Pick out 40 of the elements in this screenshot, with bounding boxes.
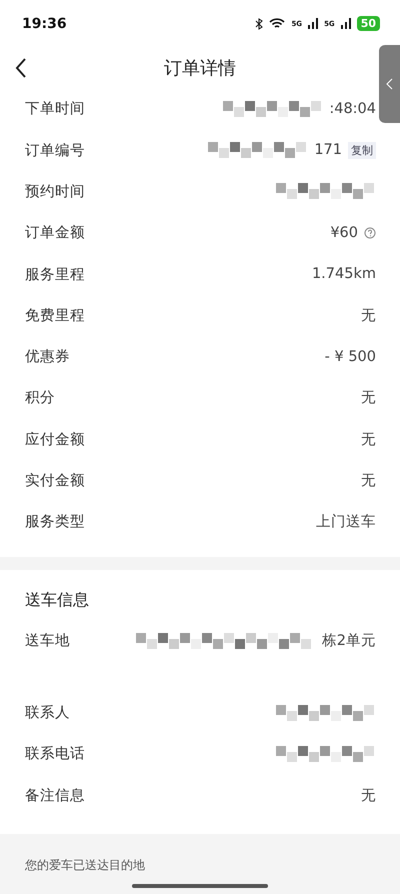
row-value: 1.745km [312, 266, 376, 282]
row-label: 优惠券 [25, 348, 70, 366]
help-icon[interactable] [364, 226, 376, 239]
row-label: 联系电话 [25, 745, 85, 764]
row-label: 订单编号 [25, 142, 85, 160]
row-label: 服务类型 [25, 513, 85, 532]
row-value: - ¥ 500 [324, 348, 376, 365]
row-label: 应付金额 [25, 430, 85, 449]
page-title: 订单详情 [164, 56, 236, 80]
row-label: 下单时间 [25, 100, 85, 118]
wifi-icon [269, 18, 286, 30]
back-icon[interactable] [14, 57, 28, 80]
row-label: 送车地 [25, 632, 70, 650]
chevron-left-icon [386, 78, 393, 90]
row-value: :48:04 [329, 100, 376, 117]
row-value: 上门送车 [316, 512, 376, 532]
bluetooth-icon [255, 18, 264, 30]
row-label: 积分 [25, 389, 55, 408]
signal-icon [340, 18, 351, 29]
battery-level: 50 [356, 16, 380, 31]
row-value: 无 [361, 306, 376, 325]
row-value: 无 [361, 472, 376, 490]
row-label: 预约时间 [25, 182, 85, 201]
row-value: 171 [314, 142, 342, 158]
row-value: 无 [361, 430, 376, 449]
signal-icon [308, 18, 318, 29]
status-time: 19:36 [22, 16, 67, 32]
row-label: 备注信息 [25, 786, 85, 805]
section-title: 送车信息 [24, 589, 90, 612]
row-value: 栋2单元 [322, 632, 376, 650]
row-label: 免费里程 [25, 306, 85, 325]
row-label: 联系人 [25, 704, 70, 722]
row-label: 服务里程 [25, 266, 85, 284]
copy-button[interactable]: 复制 [348, 142, 376, 159]
row-value: 无 [361, 786, 376, 805]
row-label: 订单金额 [25, 224, 85, 242]
row-value: 无 [361, 389, 376, 408]
footer-message: 您的爱车已送达目的地 [25, 858, 145, 872]
row-value: ¥60 [330, 224, 358, 241]
row-label: 实付金额 [25, 472, 85, 490]
